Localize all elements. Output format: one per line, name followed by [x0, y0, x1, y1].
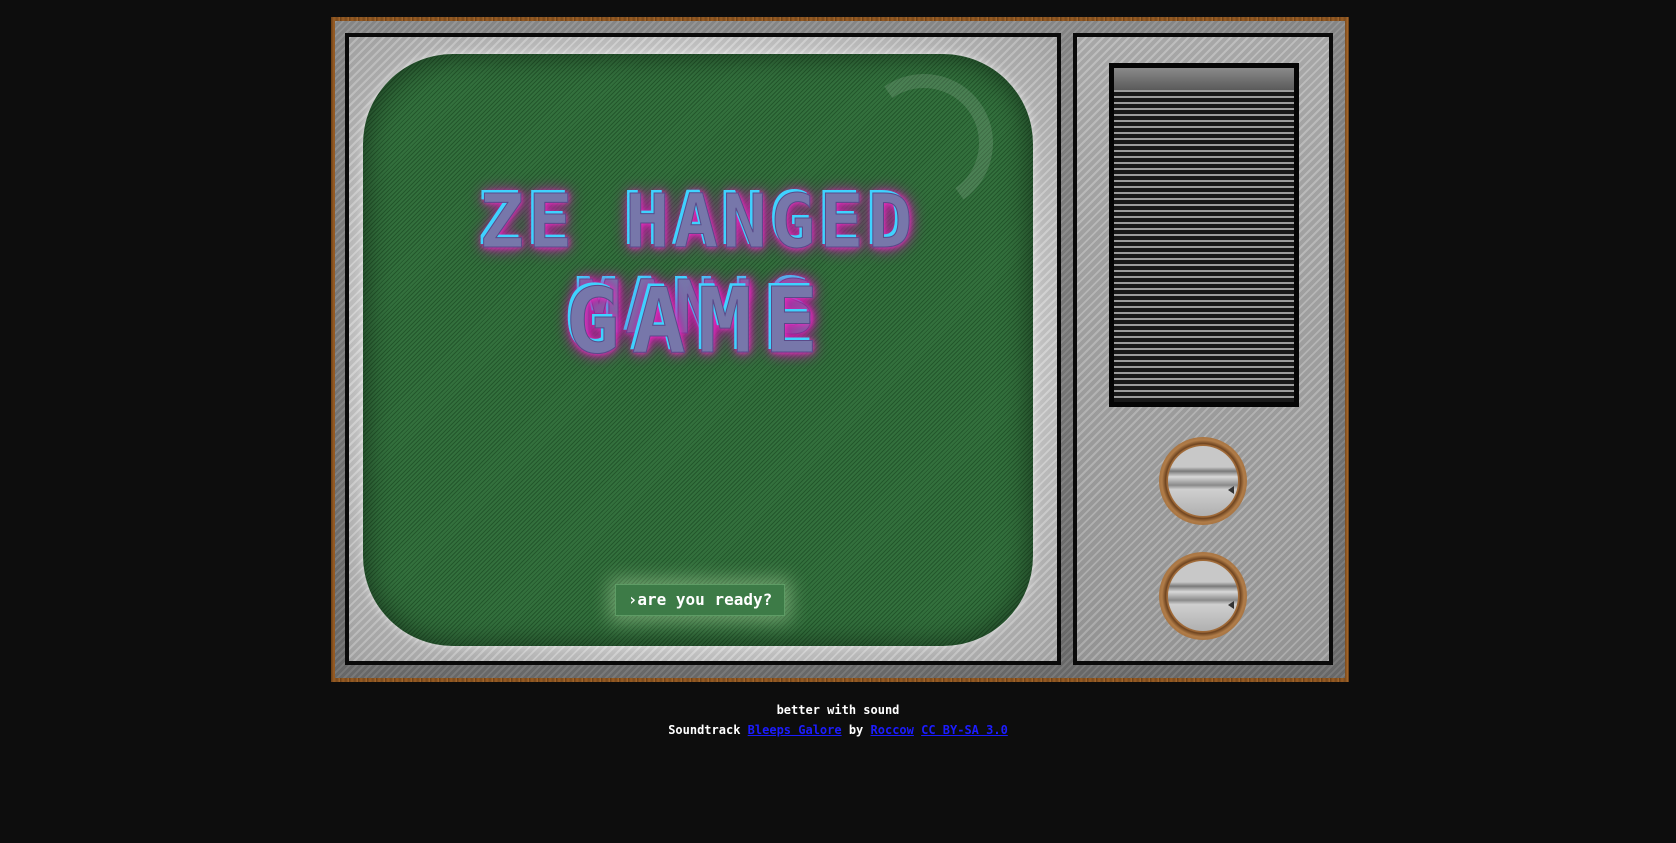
tv-cabinet: ZE HANGED MAN'S GAME ›are you ready? — [331, 17, 1349, 682]
knob-icon[interactable] — [1159, 437, 1247, 525]
control-panel — [1073, 33, 1333, 665]
crt-screen: ZE HANGED MAN'S GAME ›are you ready? — [363, 54, 1033, 646]
speaker-grille — [1114, 90, 1294, 402]
artist-link[interactable]: Roccow — [871, 723, 914, 737]
knob-notch — [1228, 601, 1234, 609]
screen-frame: ZE HANGED MAN'S GAME ›are you ready? — [345, 33, 1061, 665]
knob-icon[interactable] — [1159, 552, 1247, 640]
speaker-icon — [1109, 63, 1299, 407]
sound-note: better with sound — [776, 703, 900, 717]
knob-face — [1168, 561, 1238, 631]
footer: better with sound Soundtrack Bleeps Galo… — [0, 700, 1676, 740]
speaker-top-bar — [1114, 68, 1294, 90]
track-link[interactable]: Bleeps Galore — [748, 723, 842, 737]
credits-line: Soundtrack Bleeps Galore by Roccow CC BY… — [0, 720, 1676, 740]
game-title-line2: GAME — [565, 269, 831, 375]
knob-face — [1168, 446, 1238, 516]
by-label: by — [848, 723, 864, 737]
knob-notch — [1228, 486, 1234, 494]
soundtrack-label: Soundtrack — [668, 723, 741, 737]
tv-body: ZE HANGED MAN'S GAME ›are you ready? — [335, 21, 1345, 678]
license-link[interactable]: CC BY-SA 3.0 — [921, 723, 1008, 737]
start-button[interactable]: ›are you ready? — [615, 584, 785, 616]
